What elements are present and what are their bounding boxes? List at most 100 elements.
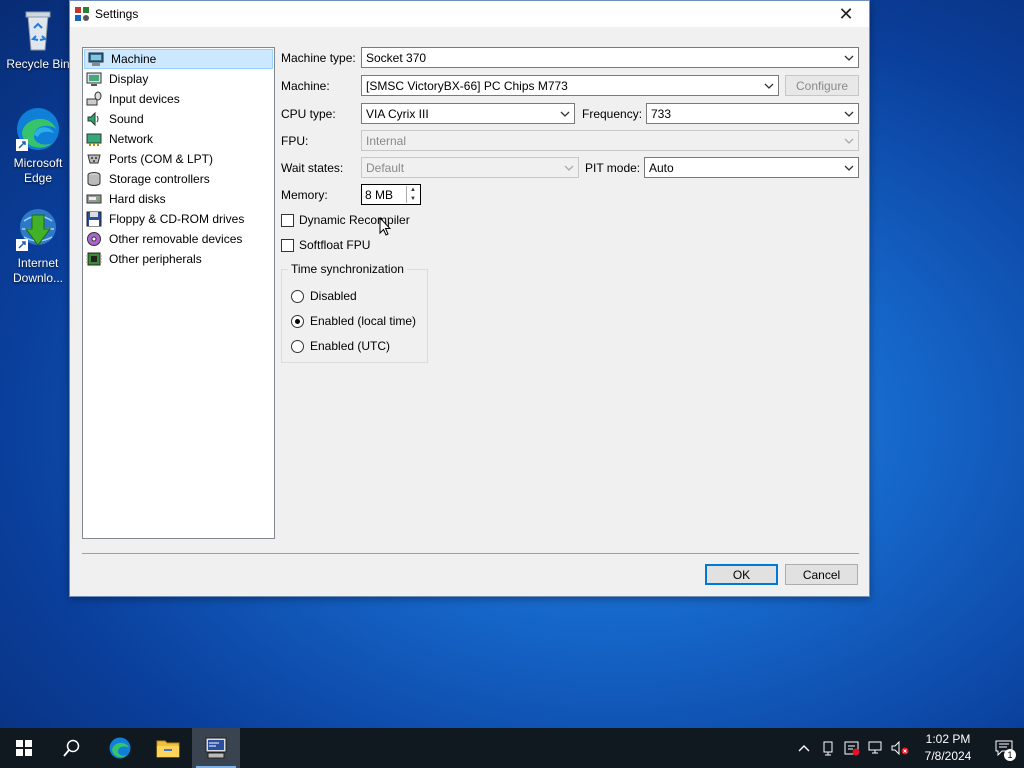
category-label: Other peripherals (109, 252, 202, 266)
category-item-input-devices[interactable]: Input devices (83, 89, 274, 109)
app-icon (74, 6, 90, 22)
radio-enabled-local-time[interactable]: Enabled (local time) (291, 314, 416, 328)
desktop-icon-label: Microsoft Edge (13, 156, 63, 185)
checkbox-box[interactable] (281, 238, 294, 252)
tray-volume-icon[interactable] (888, 728, 912, 768)
fpu-value: Internal (366, 133, 407, 148)
radio-enabled-utc[interactable]: Enabled (UTC) (291, 339, 390, 353)
category-item-display[interactable]: Display (83, 69, 274, 89)
spin-up-icon[interactable]: ▲ (407, 186, 419, 195)
radio-dot[interactable] (291, 314, 304, 328)
cpu-type-select[interactable]: VIA Cyrix III (361, 103, 575, 124)
taskbar-edge[interactable] (96, 728, 144, 768)
notification-center-button[interactable]: 1 (984, 728, 1024, 768)
pit-mode-select[interactable]: Auto (644, 157, 859, 178)
taskbar-file-explorer[interactable] (144, 728, 192, 768)
time-sync-group: Time synchronization Disabled Enabled (l… (281, 262, 428, 363)
radio-dot[interactable] (291, 339, 304, 353)
taskbar: 1:02 PM 7/8/2024 1 (0, 728, 1024, 768)
machine-select[interactable]: [SMSC VictoryBX-66] PC Chips M773 (361, 75, 779, 96)
system-tray: 1:02 PM 7/8/2024 1 (792, 728, 1024, 768)
tray-network-icon[interactable] (864, 728, 888, 768)
machine-type-label: Machine type: (281, 51, 356, 65)
close-button[interactable]: ✕ (823, 1, 869, 27)
edge-icon (14, 105, 62, 153)
memory-spinbox[interactable]: 8 MB ▲ ▼ (361, 184, 421, 205)
frequency-label: Frequency: (582, 107, 643, 121)
settings-window: Settings ✕ Machine Display Input devices… (69, 0, 870, 597)
memory-value: 8 MB (365, 187, 394, 202)
radio-label: Enabled (UTC) (310, 339, 391, 353)
wait-states-select[interactable]: Default (361, 157, 579, 178)
network-icon (86, 131, 102, 147)
start-button[interactable] (0, 728, 48, 768)
category-label: Floppy & CD-ROM drives (109, 212, 245, 226)
category-item-floppy-cdrom[interactable]: Floppy & CD-ROM drives (83, 209, 274, 229)
hard-disk-icon (86, 191, 102, 207)
desktop-icon-label: Internet Downlo... (12, 256, 64, 285)
category-label: Ports (COM & LPT) (109, 152, 214, 166)
spin-down-icon[interactable]: ▼ (407, 195, 419, 204)
category-item-other-removable[interactable]: Other removable devices (83, 229, 274, 249)
pit-mode-value: Auto (649, 160, 674, 175)
category-item-ports[interactable]: Ports (COM & LPT) (83, 149, 274, 169)
radio-disabled[interactable]: Disabled (291, 289, 357, 303)
softfloat-fpu-checkbox[interactable]: Softfloat FPU (281, 238, 370, 252)
separator (82, 553, 859, 554)
removable-icon (86, 231, 102, 247)
configure-button[interactable]: Configure (785, 75, 859, 96)
desktop-icon-recycle-bin[interactable]: Recycle Bin (4, 6, 72, 72)
cancel-button[interactable]: Cancel (785, 564, 858, 585)
storage-icon (86, 171, 102, 187)
frequency-value: 733 (651, 106, 672, 121)
chevron-down-icon (764, 83, 774, 89)
network-status-icon (868, 741, 882, 754)
desktop-icon-edge[interactable]: Microsoft Edge (4, 105, 72, 186)
chevron-up-icon (798, 745, 810, 752)
category-item-hard-disks[interactable]: Hard disks (83, 189, 274, 209)
ok-button[interactable]: OK (705, 564, 778, 585)
category-item-machine[interactable]: Machine (84, 49, 273, 69)
tray-app-icon[interactable] (816, 728, 840, 768)
category-list[interactable]: Machine Display Input devices Sound Netw… (82, 47, 275, 539)
mouse-cursor-icon (379, 217, 391, 236)
category-label: Sound (109, 112, 144, 126)
frequency-select[interactable]: 733 (646, 103, 859, 124)
wait-states-label: Wait states: (281, 161, 344, 175)
chevron-down-icon (560, 111, 570, 117)
category-label: Machine (111, 52, 157, 66)
chevron-down-icon (844, 55, 854, 61)
chevron-down-icon (844, 165, 854, 171)
radio-dot[interactable] (291, 289, 304, 303)
windows-logo-icon (16, 740, 32, 756)
volume-muted-icon (891, 741, 909, 755)
checkbox-label: Dynamic Recompiler (299, 213, 410, 227)
checkbox-box[interactable] (281, 213, 294, 227)
fpu-select[interactable]: Internal (361, 130, 859, 151)
desktop-icon-label: Recycle Bin (6, 57, 70, 71)
machine-type-select[interactable]: Socket 370 (361, 47, 859, 68)
clock-date: 7/8/2024 (924, 749, 972, 763)
memory-spin-arrows[interactable]: ▲ ▼ (406, 186, 419, 203)
category-item-storage-controllers[interactable]: Storage controllers (83, 169, 274, 189)
desktop-icon-internet-download-manager[interactable]: Internet Downlo... (4, 205, 72, 286)
search-button[interactable] (48, 728, 96, 768)
category-item-other-peripherals[interactable]: Other peripherals (83, 249, 274, 269)
fpu-label: FPU: (281, 134, 309, 148)
chevron-down-icon (564, 165, 574, 171)
category-label: Network (109, 132, 154, 146)
category-label: Display (109, 72, 149, 86)
wait-states-value: Default (366, 160, 405, 175)
title-bar[interactable]: Settings ✕ (70, 1, 869, 27)
time-sync-title: Time synchronization (288, 262, 407, 276)
folder-icon (156, 740, 180, 758)
category-item-sound[interactable]: Sound (83, 109, 274, 129)
show-hidden-icons-button[interactable] (792, 728, 816, 768)
tray-security-icon[interactable] (840, 728, 864, 768)
radio-label: Enabled (local time) (310, 314, 417, 328)
clock[interactable]: 1:02 PM 7/8/2024 (912, 731, 984, 765)
category-item-network[interactable]: Network (83, 129, 274, 149)
chevron-down-icon (844, 138, 854, 144)
machine-type-value: Socket 370 (366, 50, 427, 65)
taskbar-86box[interactable] (192, 728, 240, 768)
